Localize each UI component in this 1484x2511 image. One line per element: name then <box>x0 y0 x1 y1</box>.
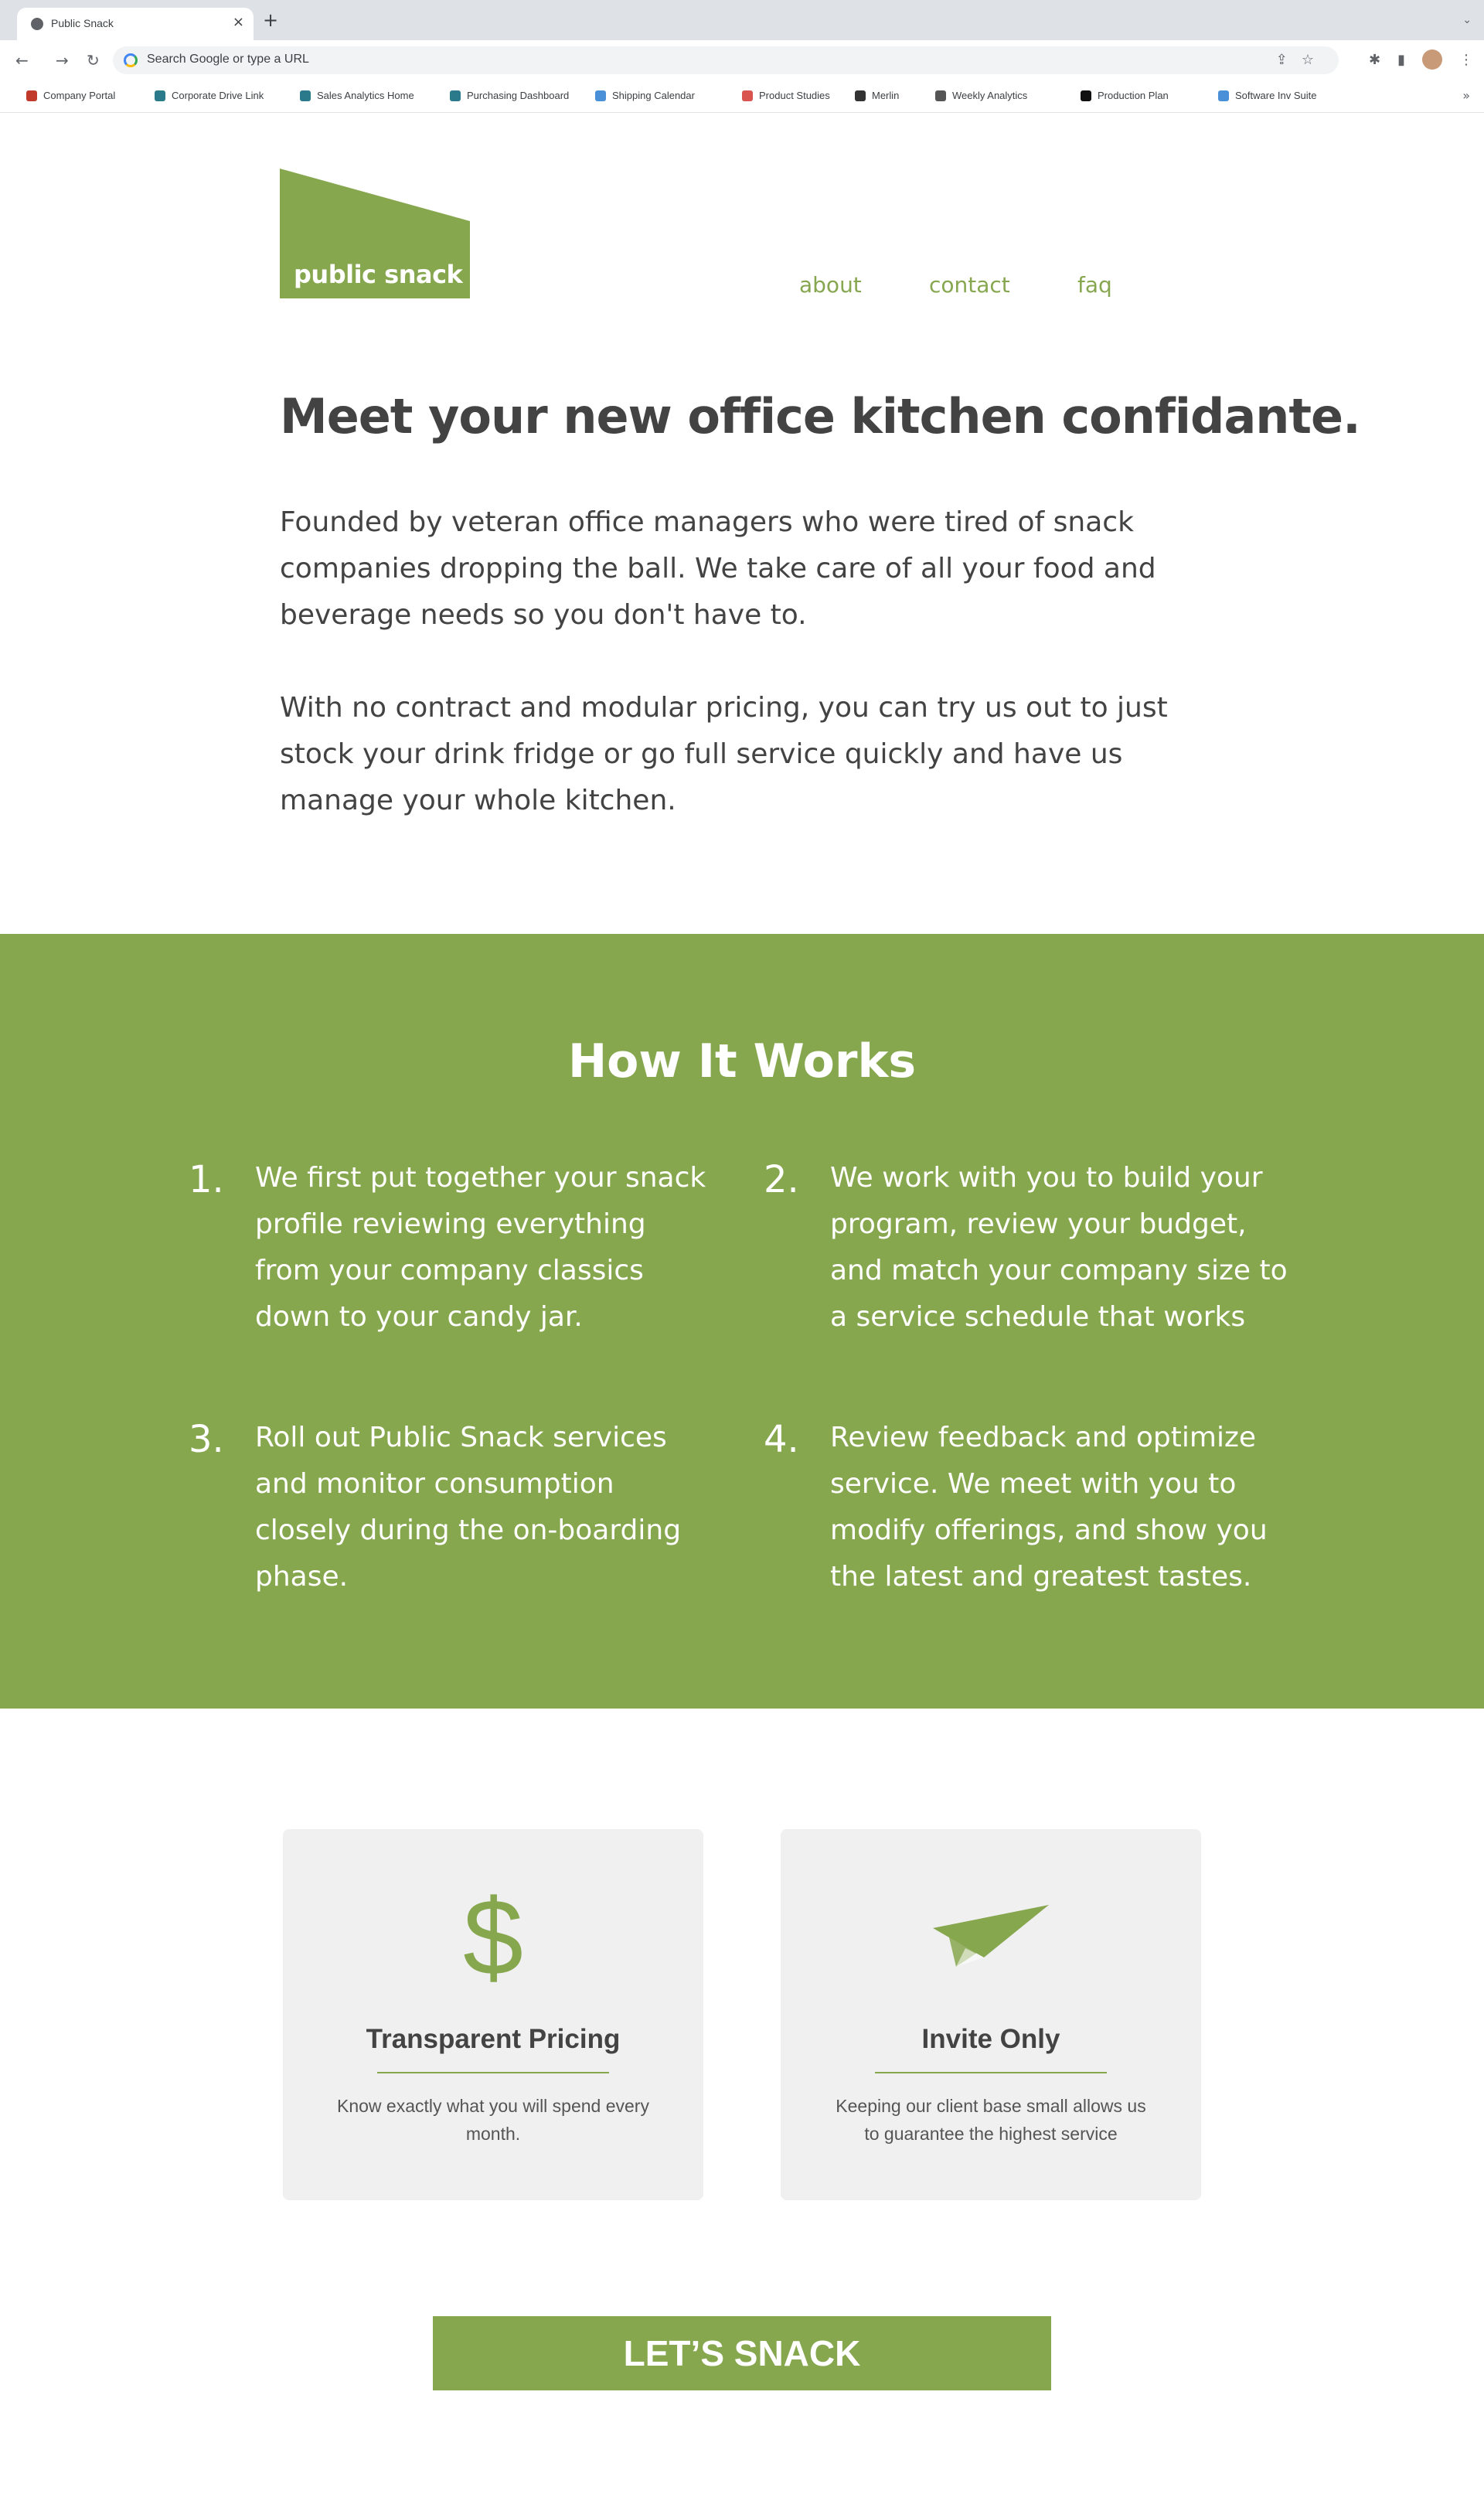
bookmark-item[interactable]: Weekly Analytics <box>935 90 1027 101</box>
card-icon-wrap <box>781 1883 1201 1978</box>
bookmark-favicon-icon <box>595 90 606 101</box>
step-text: Review feedback and optimize service. We… <box>830 1422 1268 1593</box>
paper-plane-icon <box>933 1905 1049 1967</box>
bookmark-favicon-icon <box>742 90 753 101</box>
step-number: 1. <box>189 1158 224 1201</box>
bookmark-favicon-icon <box>1081 90 1091 101</box>
bookmark-favicon-icon <box>155 90 165 101</box>
step-number: 3. <box>189 1418 224 1461</box>
step-number: 4. <box>764 1418 799 1461</box>
bookmark-favicon-icon <box>26 90 37 101</box>
share-icon[interactable]: ⇪ <box>1276 52 1302 68</box>
forward-icon[interactable]: → <box>56 51 69 70</box>
card-title: Invite Only <box>921 2024 1060 2054</box>
site-favicon-icon <box>31 18 43 30</box>
bookmark-favicon-icon <box>935 90 946 101</box>
address-bar-placeholder: Search Google or type a URL <box>147 53 309 66</box>
dollar-icon: $ <box>463 1876 523 1998</box>
hero-paragraph: With no contract and modular pricing, yo… <box>280 692 1168 816</box>
bookmark-favicon-icon <box>300 90 311 101</box>
nav-about-link[interactable]: about <box>799 272 862 298</box>
bookmark-label: Corporate Drive Link <box>172 90 264 101</box>
google-icon <box>124 53 138 67</box>
bookmark-label: Purchasing Dashboard <box>467 90 570 101</box>
address-bar[interactable]: Search Google or type a URL ⇪☆ <box>113 46 1339 74</box>
bookmark-item[interactable]: Shipping Calendar <box>595 90 695 101</box>
step-text: Roll out Public Snack services and monit… <box>255 1422 682 1593</box>
card-title: Transparent Pricing <box>366 2024 621 2054</box>
bookmark-favicon-icon <box>855 90 866 101</box>
nav-contact-link[interactable]: contact <box>929 272 1010 298</box>
extensions-icon[interactable]: ✱ <box>1369 52 1380 68</box>
tab-title: Public Snack <box>51 17 114 29</box>
bookmark-label: Sales Analytics Home <box>317 90 414 101</box>
browser-toolbar: ← → ↻ Search Google or type a URL ⇪☆ ✱ ▮… <box>0 40 1484 80</box>
hero-title: Meet your new office kitchen confidante. <box>280 388 1361 445</box>
step-number: 2. <box>764 1158 799 1201</box>
bookmark-star-icon[interactable]: ☆ <box>1302 52 1328 68</box>
bookmark-item[interactable]: Sales Analytics Home <box>300 90 414 101</box>
sidebar-icon[interactable]: ▮ <box>1397 52 1405 68</box>
bookmarks-overflow-icon[interactable]: » <box>1462 88 1470 103</box>
bookmark-item[interactable]: Product Studies <box>742 90 830 101</box>
feature-card-pricing: $ Transparent Pricing Know exactly what … <box>283 1829 703 2200</box>
bookmark-favicon-icon <box>450 90 461 101</box>
card-description: Know exactly what you will spend every m… <box>337 2096 649 2144</box>
site-logo[interactable]: public snack <box>280 169 470 298</box>
logo-text: public snack <box>294 260 463 289</box>
bookmark-item[interactable]: Corporate Drive Link <box>155 90 264 101</box>
new-tab-button[interactable]: + <box>263 11 278 29</box>
bookmark-item[interactable]: Purchasing Dashboard <box>450 90 569 101</box>
feature-card-invite: Invite Only Keeping our client base smal… <box>781 1829 1201 2200</box>
step-text: We work with you to build your program, … <box>830 1162 1288 1333</box>
step-text: We first put together your snack profile… <box>255 1162 706 1333</box>
hero-paragraph: Founded by veteran office managers who w… <box>280 506 1156 631</box>
tab-strip: Public Snack × + ⌄ <box>0 0 1484 40</box>
bookmarks-bar: Company Portal Corporate Drive Link Sale… <box>0 80 1484 113</box>
browser-tab[interactable]: Public Snack × <box>17 8 254 40</box>
bookmark-label: Weekly Analytics <box>952 90 1028 101</box>
card-divider <box>875 2072 1107 2073</box>
nav-faq-link[interactable]: faq <box>1077 272 1112 298</box>
lets-snack-button[interactable]: LET’S SNACK <box>433 2316 1051 2390</box>
close-tab-icon[interactable]: × <box>233 15 244 30</box>
how-it-works-section: How It Works 1. We first put together yo… <box>0 934 1484 1709</box>
bookmark-item[interactable]: Merlin <box>855 90 899 101</box>
browser-chrome: Public Snack × + ⌄ ← → ↻ Search Google o… <box>0 0 1484 113</box>
menu-kebab-icon[interactable]: ⋮ <box>1459 52 1473 68</box>
toolbar-actions: ✱ ▮ ⋮ <box>1369 49 1473 70</box>
reload-icon[interactable]: ↻ <box>87 51 100 70</box>
bookmark-label: Product Studies <box>759 90 830 101</box>
bookmark-label: Merlin <box>872 90 900 101</box>
bookmark-favicon-icon <box>1218 90 1229 101</box>
bookmark-item[interactable]: Company Portal <box>26 90 115 101</box>
back-icon[interactable]: ← <box>15 51 29 70</box>
bookmark-item[interactable]: Software Inv Suite <box>1218 90 1317 101</box>
bookmark-label: Company Portal <box>43 90 116 101</box>
bookmark-item[interactable]: Production Plan <box>1081 90 1169 101</box>
bookmark-label: Shipping Calendar <box>612 90 695 101</box>
profile-avatar[interactable] <box>1422 49 1442 70</box>
tab-search-icon[interactable]: ⌄ <box>1462 14 1472 26</box>
section-title: How It Works <box>567 1034 917 1089</box>
card-icon-wrap: $ <box>283 1883 703 1991</box>
card-divider <box>377 2072 609 2073</box>
omnibox-actions: ⇪☆ <box>1276 52 1328 68</box>
bookmark-label: Production Plan <box>1098 90 1169 101</box>
bookmark-label: Software Inv Suite <box>1235 90 1317 101</box>
card-description: Keeping our client base small allows us … <box>836 2096 1146 2144</box>
